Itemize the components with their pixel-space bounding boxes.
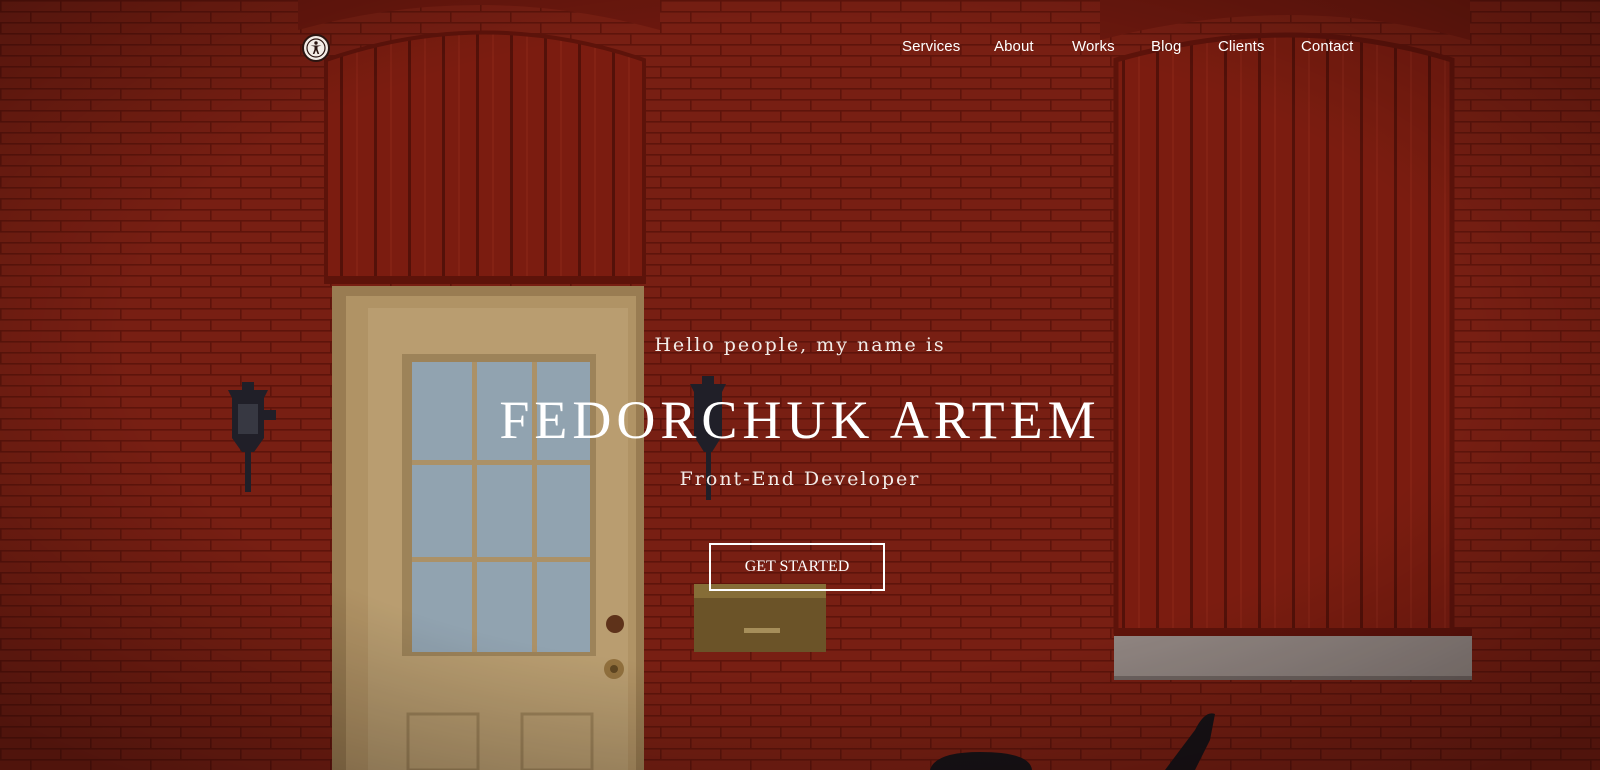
get-started-button[interactable]: GET STARTED bbox=[709, 543, 885, 591]
nav-link-blog[interactable]: Blog bbox=[1151, 38, 1181, 55]
hero-name: FEDORCHUK ARTEM bbox=[499, 390, 1101, 450]
hero-section: Services About Works Blog Clients Contac… bbox=[0, 0, 1600, 770]
main-nav: Services About Works Blog Clients Contac… bbox=[0, 38, 1600, 62]
hero-greeting: Hello people, my name is bbox=[654, 334, 946, 356]
nav-link-about[interactable]: About bbox=[994, 38, 1034, 55]
hero-role: Front-End Developer bbox=[679, 468, 921, 490]
nav-link-clients[interactable]: Clients bbox=[1218, 38, 1265, 55]
nav-link-services[interactable]: Services bbox=[902, 38, 960, 55]
nav-link-works[interactable]: Works bbox=[1072, 38, 1115, 55]
nav-link-contact[interactable]: Contact bbox=[1301, 38, 1353, 55]
dark-overlay bbox=[0, 0, 1600, 770]
